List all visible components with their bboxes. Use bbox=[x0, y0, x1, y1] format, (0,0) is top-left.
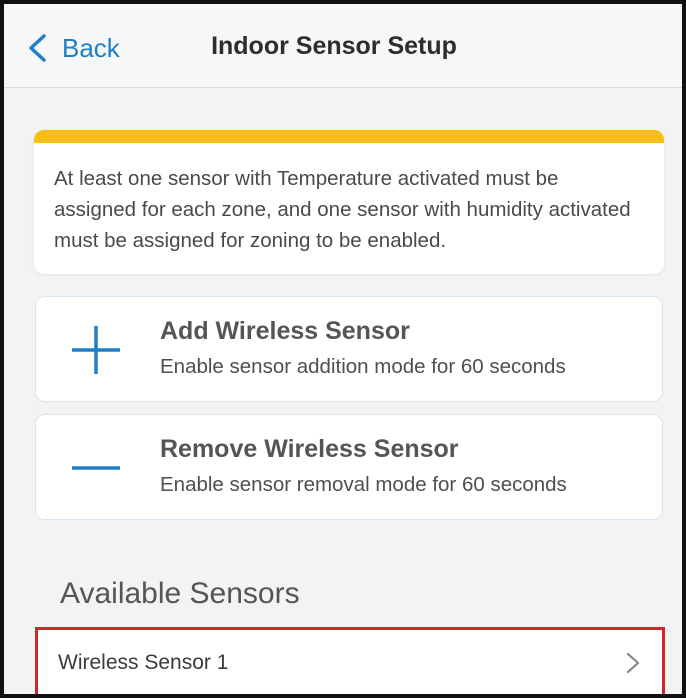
nav-header: Back Indoor Sensor Setup bbox=[4, 4, 682, 88]
minus-icon bbox=[72, 466, 120, 470]
back-button[interactable]: Back bbox=[26, 28, 120, 68]
remove-sensor-title: Remove Wireless Sensor bbox=[160, 435, 459, 463]
chevron-left-icon bbox=[29, 34, 46, 62]
notice-text: At least one sensor with Temperature act… bbox=[54, 167, 631, 252]
add-sensor-subtitle: Enable sensor addition mode for 60 secon… bbox=[160, 355, 566, 378]
zoning-notice-card: At least one sensor with Temperature act… bbox=[34, 130, 664, 274]
main-content: At least one sensor with Temperature act… bbox=[4, 89, 682, 694]
sensor-list-item[interactable]: Wireless Sensor 1 bbox=[35, 627, 665, 694]
back-label: Back bbox=[62, 32, 120, 63]
remove-sensor-subtitle: Enable sensor removal mode for 60 second… bbox=[160, 473, 567, 496]
sensor-label: Wireless Sensor 1 bbox=[58, 651, 229, 674]
available-sensors-heading: Available Sensors bbox=[60, 577, 300, 610]
app-frame: Back Indoor Sensor Setup At least one se… bbox=[0, 0, 686, 698]
page-title: Indoor Sensor Setup bbox=[211, 32, 457, 60]
plus-icon bbox=[72, 326, 120, 374]
remove-wireless-sensor-button[interactable]: Remove Wireless Sensor Enable sensor rem… bbox=[35, 414, 663, 520]
add-sensor-title: Add Wireless Sensor bbox=[160, 317, 410, 345]
add-wireless-sensor-button[interactable]: Add Wireless Sensor Enable sensor additi… bbox=[35, 296, 663, 402]
notice-accent-bar bbox=[34, 130, 664, 143]
chevron-right-icon bbox=[626, 652, 640, 674]
